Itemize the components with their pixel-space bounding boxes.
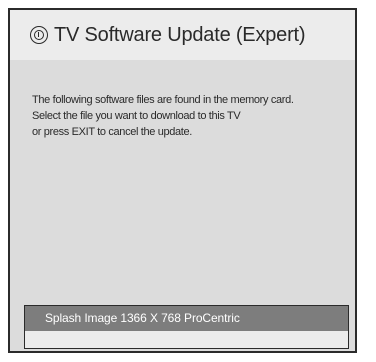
dialog-message: The following software files are found i…	[32, 92, 345, 140]
file-list: Splash Image 1366 X 768 ProCentric	[24, 305, 349, 349]
dialog-title: TV Software Update (Expert)	[54, 23, 306, 46]
software-update-dialog: TV Software Update (Expert) The followin…	[8, 8, 357, 353]
info-circle-icon	[30, 26, 48, 44]
message-line: The following software files are found i…	[32, 94, 294, 106]
message-line: Select the file you want to download to …	[32, 110, 241, 122]
file-list-item-selected[interactable]: Splash Image 1366 X 768 ProCentric	[25, 306, 348, 331]
message-line: or press EXIT to cancel the update.	[32, 126, 192, 138]
dialog-header: TV Software Update (Expert)	[10, 10, 355, 60]
